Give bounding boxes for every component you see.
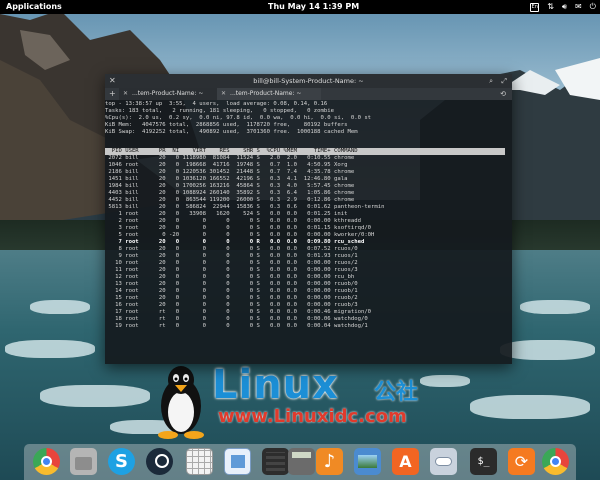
update-icon[interactable]: ⟳ <box>508 448 535 475</box>
mail-icon[interactable]: ✉︎ <box>575 0 582 14</box>
terminal-titlebar[interactable]: ✕ bill@bill-System-Product-Name: ~ ⌕ ⤢ <box>105 74 512 88</box>
ice-floe <box>5 340 95 358</box>
applications-menu[interactable]: Applications <box>6 0 62 14</box>
tab-history-icon[interactable]: ⟲ <box>500 88 506 100</box>
process-row: 5813 bill 20 0 586824 22944 15836 S 0.3 … <box>105 204 385 210</box>
watermark-url: www.Linuxidc.com <box>218 406 407 427</box>
watermark-chinese: 公社 <box>374 380 419 405</box>
terminal-icon[interactable]: $_ <box>470 448 497 475</box>
process-row: 4452 bill 20 0 863544 119200 26000 S 0.3… <box>105 197 355 203</box>
terminal-output[interactable]: top - 13:38:57 up 3:55, 4 users, load av… <box>105 101 512 364</box>
close-tab-icon[interactable]: ✕ <box>123 90 128 97</box>
ice-floe <box>30 300 90 314</box>
close-icon[interactable]: ✕ <box>109 74 116 88</box>
ice-floe <box>40 385 150 407</box>
image-viewer-icon[interactable] <box>354 448 381 475</box>
tux-penguin-logo <box>158 366 204 439</box>
process-row: 11 root 20 0 0 0 0 S 0.0 0.0 0:00.00 rcu… <box>105 267 358 273</box>
ice-floe <box>520 300 590 314</box>
process-row: 1 root 20 0 33908 1620 524 S 0.0 0.0 0:0… <box>105 211 348 217</box>
calculator-icon[interactable] <box>288 448 315 475</box>
calendar-icon[interactable] <box>186 448 213 475</box>
top-panel: Applications Thu May 14 1:39 PM En ⇅ 🔊︎ … <box>0 0 600 14</box>
process-row: 1451 bill 20 0 1036120 166552 42196 S 0.… <box>105 176 348 182</box>
top-summary-line: top - 13:38:57 up 3:55, 4 users, load av… <box>105 101 328 107</box>
process-row: 1984 bill 20 0 1700256 163216 45864 S 0.… <box>105 183 355 189</box>
process-row: 12 root 20 0 0 0 0 S 0.0 0.0 0:00.00 rcu… <box>105 274 355 280</box>
process-table-header: PID USER PR NI VIRT RES SHR S %CPU %MEM … <box>105 148 505 155</box>
process-row: 17 root rt 0 0 0 0 S 0.0 0.0 0:00.46 mig… <box>105 309 372 315</box>
steam-icon[interactable] <box>146 448 173 475</box>
process-row: 2186 bill 20 0 1220536 301452 21448 S 0.… <box>105 169 355 175</box>
dock: S ♪ A $_ ⟳ <box>24 444 576 480</box>
process-row: 15 root 20 0 0 0 0 S 0.0 0.0 0:00.00 rcu… <box>105 295 358 301</box>
keyboard-layout-icon[interactable]: En <box>530 2 540 12</box>
process-row: 16 root 20 0 0 0 0 S 0.0 0.0 0:00.00 rcu… <box>105 302 358 308</box>
top-summary-line: Tasks: 183 total, 2 running, 181 sleepin… <box>105 108 335 114</box>
maximize-icon[interactable]: ⤢ <box>501 74 507 88</box>
video-icon[interactable] <box>262 448 289 475</box>
top-summary-line: %Cpu(s): 2.0 us, 0.2 sy, 0.0 ni, 97.8 id… <box>105 115 372 121</box>
process-row: 14 root 20 0 0 0 0 S 0.0 0.0 0:00.00 rcu… <box>105 288 358 294</box>
process-row: 10 root 20 0 0 0 0 S 0.0 0.0 0:00.00 rcu… <box>105 260 358 266</box>
process-row-running: 7 root 20 0 0 0 0 R 0.0 0.0 0:09.80 rcu_… <box>105 239 365 245</box>
chrome-icon[interactable] <box>33 448 60 475</box>
terminal-tab-active[interactable]: ✕ ...tem-Product-Name: ~ <box>217 88 321 100</box>
process-row: 19 root rt 0 0 0 0 S 0.0 0.0 0:00.04 wat… <box>105 323 368 329</box>
terminal-window: ✕ bill@bill-System-Product-Name: ~ ⌕ ⤢ +… <box>105 74 512 364</box>
top-summary-line: KiB Swap: 4192252 total, 490892 used, 37… <box>105 129 358 135</box>
terminal-tab[interactable]: ✕ ...tem-Product-Name: ~ <box>119 88 223 100</box>
tab-label: ...tem-Product-Name: ~ <box>132 90 204 97</box>
process-row: 9 root 20 0 0 0 0 S 0.0 0.0 0:01.93 rcuo… <box>105 253 358 259</box>
process-row: 1046 root 20 0 198668 41716 19748 S 0.7 … <box>105 162 348 168</box>
ice-floe <box>500 340 595 360</box>
panel-clock[interactable]: Thu May 14 1:39 PM <box>268 0 359 14</box>
process-row: 2 root 20 0 0 0 0 S 0.0 0.0 0:00.00 kthr… <box>105 218 361 224</box>
window-title: bill@bill-System-Product-Name: ~ <box>253 77 364 85</box>
settings-icon[interactable] <box>430 448 457 475</box>
new-tab-icon[interactable]: + <box>109 88 116 100</box>
tab-label: ...tem-Product-Name: ~ <box>230 90 302 97</box>
files-icon[interactable] <box>70 448 97 475</box>
search-icon[interactable]: ⌕ <box>489 74 493 88</box>
terminal-tabbar: + ✕ ...tem-Product-Name: ~ ✕ ...tem-Produc… <box>105 88 512 100</box>
system-tray: En ⇅ 🔊︎ ✉︎ ⏻ <box>530 0 596 14</box>
process-row: 2072 bill 20 0 1118980 81084 11524 S 2.0… <box>105 155 355 161</box>
network-icon[interactable]: ⇅ <box>547 0 554 14</box>
music-icon[interactable]: ♪ <box>316 448 343 475</box>
process-row: 5 root 0 -20 0 0 0 S 0.0 0.0 0:00.00 kwo… <box>105 232 375 238</box>
watermark: Linux 公社 www.Linuxidc.com <box>150 362 480 440</box>
process-row: 3 root 20 0 0 0 0 S 0.0 0.0 0:01.15 ksof… <box>105 225 372 231</box>
close-tab-icon[interactable]: ✕ <box>221 90 226 97</box>
power-icon[interactable]: ⏻ <box>590 0 596 14</box>
process-row: 18 root rt 0 0 0 0 S 0.0 0.0 0:00.06 wat… <box>105 316 368 322</box>
volume-icon[interactable]: 🔊︎ <box>562 0 567 14</box>
process-row: 8 root 20 0 0 0 0 S 0.0 0.0 0:07.52 rcuo… <box>105 246 358 252</box>
process-row: 13 root 20 0 0 0 0 S 0.0 0.0 0:00.00 rcu… <box>105 281 358 287</box>
ice-floe <box>470 395 590 419</box>
chrome-icon-2[interactable] <box>542 448 569 475</box>
top-summary-line: KiB Mem: 4047576 total, 2868856 used, 11… <box>105 122 348 128</box>
photos-icon[interactable] <box>224 448 251 475</box>
process-row: 4403 bill 20 0 1088924 260140 35892 S 0.… <box>105 190 355 196</box>
skype-icon[interactable]: S <box>108 448 135 475</box>
app-store-icon[interactable]: A <box>392 448 419 475</box>
watermark-brand: Linux <box>212 362 339 408</box>
